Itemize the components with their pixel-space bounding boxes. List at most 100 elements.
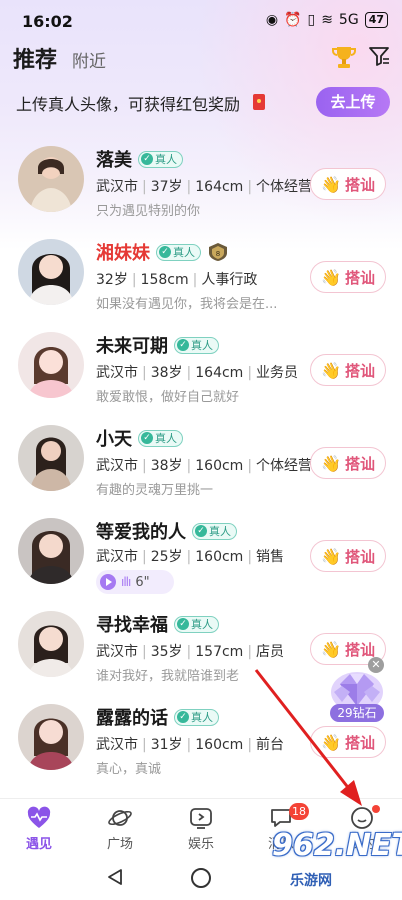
greet-label: 搭讪 — [344, 733, 375, 752]
avatar[interactable] — [18, 146, 84, 212]
check-icon: ✓ — [177, 711, 189, 723]
user-height: 160cm — [195, 549, 244, 565]
verified-label: 真人 — [155, 432, 177, 445]
wave-hand-icon: 👋 — [321, 267, 341, 287]
user-height: 164cm — [195, 365, 244, 381]
nav-label: 遇见 — [25, 837, 52, 852]
avatar[interactable] — [18, 239, 84, 305]
avatar[interactable] — [18, 704, 84, 770]
trophy-icon[interactable] — [332, 44, 356, 70]
status-bar: 16:02 ◉ ⏰ ▯ ≋ 5G 47 — [0, 0, 402, 40]
verified-badge: ✓ 真人 — [174, 615, 219, 633]
user-city: 武汉市 — [96, 549, 138, 565]
greet-button[interactable]: 👋 搭讪 — [310, 447, 386, 479]
red-packet-icon — [253, 94, 265, 110]
greet-label: 搭讪 — [344, 454, 375, 473]
play-icon — [100, 574, 116, 590]
avatar[interactable] — [18, 332, 84, 398]
user-height: 164cm — [195, 179, 244, 195]
watermark-logo: 962.NET 乐游网 — [264, 826, 402, 896]
voice-duration: 6" — [135, 574, 150, 590]
check-icon: ✓ — [141, 153, 153, 165]
watermark-text: 乐游网 — [290, 873, 332, 889]
rank-badge-icon: 8 — [209, 243, 227, 261]
nav-label: 娱乐 — [187, 837, 214, 852]
check-icon: ✓ — [195, 525, 207, 537]
greet-label: 搭讪 — [344, 547, 375, 566]
list-item[interactable]: 小天 ✓ 真人 武汉市 | 38岁 | 160cm | 个体经营 有趣的灵魂万里挑一 👋 搭讪 — [0, 411, 402, 503]
user-info: 武汉市 | 38岁 | 164cm | 业务员 — [96, 365, 299, 381]
user-info: 32岁 | 158cm | 人事行政 — [96, 272, 258, 288]
network-icon: 5G — [338, 12, 359, 28]
user-bio: 敢爱敢恨，做好自己就好 — [96, 390, 240, 405]
nav-square[interactable]: 广场 — [90, 805, 150, 852]
user-bio: 谁对我好，我就陪谁到老 — [96, 669, 240, 684]
verified-label: 真人 — [191, 339, 213, 352]
check-icon: ✓ — [141, 432, 153, 444]
tab-recommend[interactable]: 推荐 — [13, 42, 57, 74]
heart-pulse-icon — [27, 806, 51, 828]
user-age: 35岁 — [150, 644, 183, 660]
user-bio: 只为遇见特别的你 — [96, 204, 201, 219]
user-city: 武汉市 — [96, 179, 138, 195]
user-name: 等爱我的人 — [96, 522, 186, 543]
voice-intro-button[interactable]: ıllı 6" — [96, 570, 174, 594]
greet-label: 搭讪 — [344, 640, 375, 659]
user-bio: 有趣的灵魂万里挑一 — [96, 483, 214, 498]
verified-label: 真人 — [191, 618, 213, 631]
verified-badge: ✓ 真人 — [138, 429, 183, 447]
name-row: 寻找幸福 ✓ 真人 — [96, 611, 219, 637]
avatar[interactable] — [18, 518, 84, 584]
wifi-icon: ≋ — [321, 12, 333, 28]
upload-button[interactable]: 去上传 — [316, 87, 390, 117]
avatar[interactable] — [18, 425, 84, 491]
greet-button[interactable]: 👋 搭讪 — [310, 354, 386, 386]
back-triangle-icon[interactable] — [106, 868, 124, 886]
close-icon[interactable]: ✕ — [368, 657, 384, 673]
user-height: 160cm — [195, 737, 244, 753]
user-job: 店员 — [256, 644, 285, 660]
wave-hand-icon: 👋 — [321, 732, 341, 752]
wave-hand-icon: 👋 — [321, 639, 341, 659]
verified-badge: ✓ 真人 — [138, 150, 183, 168]
verified-badge: ✓ 真人 — [156, 243, 201, 261]
verified-label: 真人 — [209, 525, 231, 538]
user-job: 前台 — [256, 737, 285, 753]
greet-button[interactable]: 👋 搭讪 — [310, 168, 386, 200]
greet-button[interactable]: 👋 搭讪 — [310, 261, 386, 293]
greet-button[interactable]: 👋 搭讪 — [310, 726, 386, 758]
greet-label: 搭讪 — [344, 175, 375, 194]
sound-wave-icon: ıllı — [121, 575, 131, 589]
nav-entertainment[interactable]: 娱乐 — [171, 805, 231, 852]
nav-meet[interactable]: 遇见 — [9, 805, 69, 852]
user-name: 落美 — [96, 150, 132, 171]
list-item[interactable]: 未来可期 ✓ 真人 武汉市 | 38岁 | 164cm | 业务员 敢爱敢恨，做好自己就好 👋… — [0, 318, 402, 410]
verified-label: 真人 — [191, 711, 213, 724]
filter-icon[interactable] — [368, 45, 390, 67]
watermark-number: 962.NET — [272, 828, 402, 863]
name-row: 湘妹妹 ✓ 真人 8 — [96, 239, 229, 265]
name-row: 落美 ✓ 真人 — [96, 146, 183, 172]
status-icons: ◉ ⏰ ▯ ≋ 5G 47 — [266, 12, 388, 28]
wave-hand-icon: 👋 — [321, 546, 341, 566]
tab-nearby[interactable]: 附近 — [72, 47, 106, 72]
message-count-badge: 18 — [289, 803, 309, 820]
battery-icon: 47 — [364, 12, 388, 28]
user-age: 37岁 — [150, 179, 183, 195]
user-name: 露露的话 — [96, 708, 168, 729]
wave-hand-icon: 👋 — [321, 360, 341, 380]
list-item[interactable]: 湘妹妹 ✓ 真人 8 32岁 | 158cm | 人事行政 如果没有遇见你，我将会是在..… — [0, 225, 402, 317]
home-circle-icon[interactable] — [191, 868, 211, 888]
banner-text: 上传真人头像，可获得红包奖励 — [16, 95, 241, 114]
notification-dot — [372, 805, 380, 813]
greet-button[interactable]: 👋 搭讪 — [310, 540, 386, 572]
greet-label: 搭讪 — [344, 361, 375, 380]
list-item[interactable]: 等爱我的人 ✓ 真人 武汉市 | 25岁 | 160cm | 销售 ıllı 6" 👋 搭讪 — [0, 504, 402, 596]
avatar[interactable] — [18, 611, 84, 677]
check-icon: ✓ — [159, 246, 171, 258]
user-city: 武汉市 — [96, 644, 138, 660]
user-info: 武汉市 | 38岁 | 160cm | 个体经营 — [96, 458, 313, 474]
list-item[interactable]: 落美 ✓ 真人 武汉市 | 37岁 | 164cm | 个体经营 只为遇见特别的你 👋 搭讪 — [0, 132, 402, 224]
user-age: 38岁 — [150, 458, 183, 474]
user-name: 寻找幸福 — [96, 615, 168, 636]
